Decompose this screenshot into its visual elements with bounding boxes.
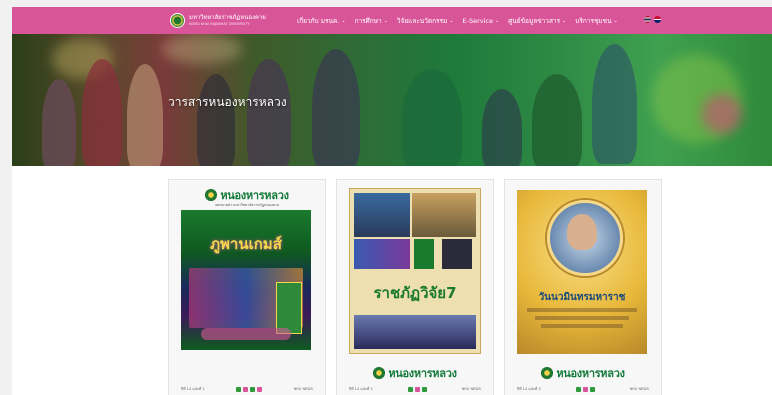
magazine-cover-image: วันนวมินทรมหาราช [517,190,647,354]
cover-headline: วันนวมินทรมหาราช [538,292,626,303]
university-emblem-icon [170,13,185,28]
cover-headline: ภูพานเกมส์ [210,235,282,253]
hero-title: วารสารหนองหารหลวง [168,95,287,109]
chevron-down-icon: ⌄ [449,17,454,24]
language-switcher [644,16,661,23]
footer-brand: NRU NEWS [293,387,313,391]
chevron-down-icon: ⌄ [613,17,618,24]
issue-label: ปีที่ 14 ฉบับที่ 1 [181,387,205,391]
magazine-masthead: หนองหารหลวง [388,367,457,380]
main-menu: เกี่ยวกับ มรนค. ⌄ การศึกษา ⌄ วิจัยและนวัตก… [297,7,618,34]
magazine-card[interactable]: วันนวมินทรมหาราช หนองหารหลวง ปีที่ 14 ฉบ… [504,179,662,395]
footer-brand: NRU NEWS [461,387,481,391]
hero-banner: วารสารหนองหารหลวง [12,34,772,166]
university-logo[interactable]: มหาวิทยาลัยราชภัฏหนองคาย NONG KHAI RAJAB… [170,12,266,29]
footer-brand: NRU NEWS [629,387,649,391]
cover-headline: ราชภัฏวิจัย7 [373,284,457,302]
magazine-cover-image: ภูพานเกมส์ [181,210,311,350]
issue-label: ปีที่ 14 ฉบับที่ 2 [349,387,373,391]
menu-item-research[interactable]: วิจัยและนวัตกรรม ⌄ [397,16,454,26]
chevron-down-icon: ⌄ [495,17,500,24]
top-navigation-bar: มหาวิทยาลัยราชภัฏหนองคาย NONG KHAI RAJAB… [12,7,772,34]
chevron-down-icon: ⌄ [383,17,388,24]
logo-title: มหาวิทยาลัยราชภัฏหนองคาย [189,13,266,21]
university-emblem-icon [541,367,554,379]
magazine-cover-image: ราชภัฏวิจัย7 [349,188,481,354]
university-emblem-icon [373,367,386,379]
magazine-masthead: หนองหารหลวง [556,367,625,380]
magazine-card[interactable]: ราชภัฏวิจัย7 หนองหารหลวง ปีที่ 14 ฉบับที… [336,179,494,395]
menu-item-community-service[interactable]: บริการชุมชน ⌄ [575,16,617,26]
logo-subtitle: NONG KHAI RAJABHAT UNIVERSITY [189,21,250,26]
chevron-down-icon: ⌄ [562,17,567,24]
magazine-card[interactable]: หนองหารหลวง จดหมายข่าวมหาวิทยาลัยราชภัฏห… [168,179,326,395]
menu-item-eservice[interactable]: E-Service ⌄ [463,17,500,25]
thai-flag-icon[interactable] [644,16,651,23]
menu-item-about[interactable]: เกี่ยวกับ มรนค. ⌄ [297,16,346,26]
page: มหาวิทยาลัยราชภัฏหนองคาย NONG KHAI RAJAB… [12,7,772,395]
issue-label: ปีที่ 14 ฉบับที่ 3 [517,387,541,391]
university-emblem-icon [205,189,218,201]
english-flag-icon[interactable] [654,16,661,23]
menu-item-education[interactable]: การศึกษา ⌄ [355,16,388,26]
chevron-down-icon: ⌄ [341,17,346,24]
menu-item-info-center[interactable]: ศูนย์ข้อมูลข่าวสาร ⌄ [508,16,566,26]
magazine-subtitle: จดหมายข่าวมหาวิทยาลัยราชภัฏหนองคาย [214,203,280,207]
